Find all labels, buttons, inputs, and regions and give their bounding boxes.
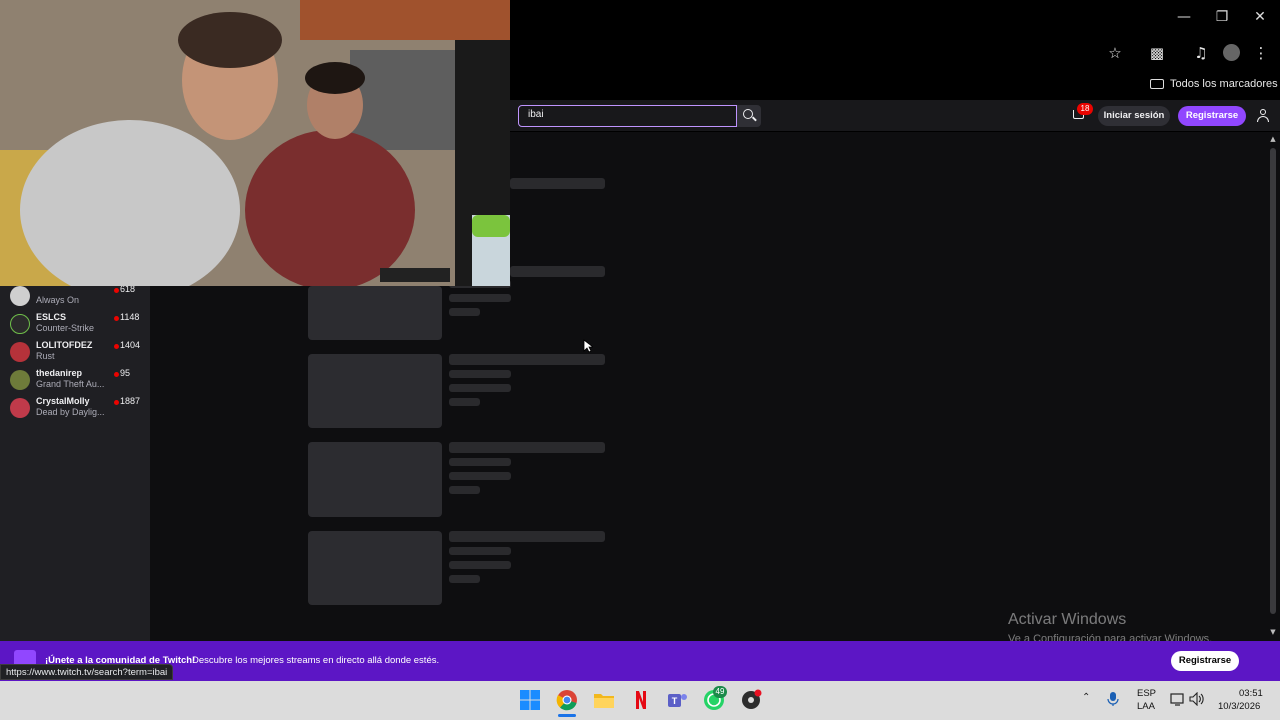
skeleton-line bbox=[449, 531, 605, 542]
skeleton-line bbox=[449, 472, 511, 480]
login-button[interactable]: Iniciar sesión bbox=[1098, 106, 1170, 126]
close-icon[interactable]: ✕ bbox=[1242, 6, 1278, 28]
bookmarks-label: Todos los marcadores bbox=[1170, 78, 1278, 90]
restore-icon[interactable]: ❐ bbox=[1204, 6, 1240, 28]
skeleton-thumbnail bbox=[308, 442, 442, 517]
sidebar-channel-item[interactable]: thedanirep Grand Theft Au... 95 bbox=[0, 366, 150, 394]
live-indicator-icon bbox=[114, 288, 119, 293]
obs-icon[interactable] bbox=[739, 688, 763, 712]
channel-name: thedanirep bbox=[36, 368, 83, 378]
avatar bbox=[10, 342, 30, 362]
file-explorer-icon[interactable] bbox=[592, 688, 616, 712]
skeleton-line bbox=[449, 547, 511, 555]
sidebar-channel-item[interactable]: ESLCS Counter-Strike 1148 bbox=[0, 310, 150, 338]
status-bar-url: https://www.twitch.tv/search?term=ibai bbox=[0, 664, 174, 680]
star-icon[interactable]: ☆ bbox=[1104, 42, 1126, 64]
inbox-badge: 18 bbox=[1077, 103, 1093, 115]
skeleton-line bbox=[510, 266, 605, 277]
active-app-indicator bbox=[558, 714, 576, 717]
skeleton-line bbox=[449, 370, 511, 378]
netflix-icon[interactable] bbox=[629, 688, 653, 712]
skeleton-line bbox=[449, 442, 605, 453]
user-menu-icon[interactable] bbox=[1256, 109, 1270, 123]
skeleton-line bbox=[449, 294, 511, 302]
volume-icon[interactable] bbox=[1189, 692, 1205, 706]
channel-name: CrystalMolly bbox=[36, 396, 90, 406]
profile-avatar[interactable] bbox=[1223, 44, 1240, 61]
search-button[interactable] bbox=[737, 105, 761, 127]
channel-game: Grand Theft Au... bbox=[36, 379, 105, 389]
sidebar-channel-item[interactable]: LOLITOFDEZ Rust 1404 bbox=[0, 338, 150, 366]
folder-icon bbox=[1150, 79, 1164, 89]
sidebar-channel-item[interactable]: CrystalMolly Dead by Daylig... 1887 bbox=[0, 394, 150, 422]
viewer-count: 1148 bbox=[120, 312, 140, 322]
recommended-channels-sidebar: Always On 618 ESLCS Counter-Strike 1148 … bbox=[0, 284, 150, 641]
skeleton-line bbox=[449, 561, 511, 569]
chevron-up-icon[interactable]: ⌃ bbox=[1082, 692, 1090, 703]
channel-game: Dead by Daylig... bbox=[36, 407, 105, 417]
signup-button[interactable]: Registrarse bbox=[1178, 106, 1246, 126]
webcam-scene-image bbox=[0, 0, 510, 286]
channel-game: Rust bbox=[36, 351, 55, 361]
live-indicator-icon bbox=[114, 344, 119, 349]
chrome-icon[interactable] bbox=[555, 688, 579, 712]
skeleton-line bbox=[449, 308, 480, 316]
avatar bbox=[10, 398, 30, 418]
skeleton-line bbox=[449, 575, 480, 583]
skeleton-line bbox=[449, 398, 480, 406]
avatar bbox=[10, 314, 30, 334]
live-indicator-icon bbox=[114, 372, 119, 377]
skeleton-line bbox=[449, 384, 511, 392]
viewer-count: 1404 bbox=[120, 340, 141, 350]
viewer-count: 95 bbox=[120, 368, 131, 378]
svg-text:T: T bbox=[672, 696, 678, 706]
sidebar-channel-item[interactable]: Always On 618 bbox=[0, 282, 150, 310]
viewer-count: 1887 bbox=[120, 396, 141, 406]
skeleton-line bbox=[510, 178, 605, 189]
bookmarks-folder[interactable]: Todos los marcadores bbox=[1150, 76, 1278, 92]
avatar bbox=[10, 286, 30, 306]
skeleton-line bbox=[449, 486, 480, 494]
keyboard-layout[interactable]: LAA bbox=[1137, 701, 1155, 712]
scroll-down-icon[interactable]: ▼ bbox=[1268, 628, 1278, 638]
channel-game: Always On bbox=[36, 295, 80, 305]
skeleton-thumbnail bbox=[308, 354, 442, 428]
kebab-menu-icon[interactable]: ⋮ bbox=[1250, 42, 1272, 64]
banner-signup-button[interactable]: Registrarse bbox=[1171, 651, 1239, 671]
skeleton-line bbox=[449, 458, 511, 466]
clock-time[interactable]: 03:51 bbox=[1239, 688, 1263, 699]
network-icon[interactable] bbox=[1170, 692, 1186, 706]
clock-date[interactable]: 10/3/2026 bbox=[1218, 701, 1260, 712]
banner-text: Descubre los mejores streams en directo … bbox=[192, 655, 440, 666]
live-indicator-icon bbox=[114, 316, 119, 321]
extensions-icon[interactable]: ▩ bbox=[1146, 42, 1168, 64]
channel-game: Counter-Strike bbox=[36, 323, 95, 333]
live-indicator-icon bbox=[114, 400, 119, 405]
channel-name: LOLITOFDEZ bbox=[36, 340, 93, 350]
skeleton-line bbox=[449, 354, 605, 365]
media-control-icon[interactable]: ♫ bbox=[1190, 42, 1212, 64]
skeleton-thumbnail bbox=[308, 531, 442, 605]
scrollbar-thumb[interactable] bbox=[1270, 148, 1276, 614]
whatsapp-badge: 49 bbox=[713, 686, 727, 698]
teams-icon[interactable]: T bbox=[665, 688, 689, 712]
webcam-overlay bbox=[0, 0, 510, 286]
activate-windows-title: Activar Windows bbox=[1008, 611, 1127, 628]
skeleton-thumbnail bbox=[308, 286, 442, 340]
channel-name: ESLCS bbox=[36, 312, 67, 322]
scroll-up-icon[interactable]: ▲ bbox=[1268, 135, 1278, 145]
minimize-icon[interactable]: — bbox=[1166, 6, 1202, 28]
microphone-icon[interactable] bbox=[1106, 691, 1120, 707]
input-language[interactable]: ESP bbox=[1137, 688, 1156, 699]
avatar bbox=[10, 370, 30, 390]
mouse-cursor-icon bbox=[583, 339, 593, 353]
windows-start-icon[interactable] bbox=[518, 688, 542, 712]
search-input[interactable]: ibai bbox=[518, 105, 737, 127]
